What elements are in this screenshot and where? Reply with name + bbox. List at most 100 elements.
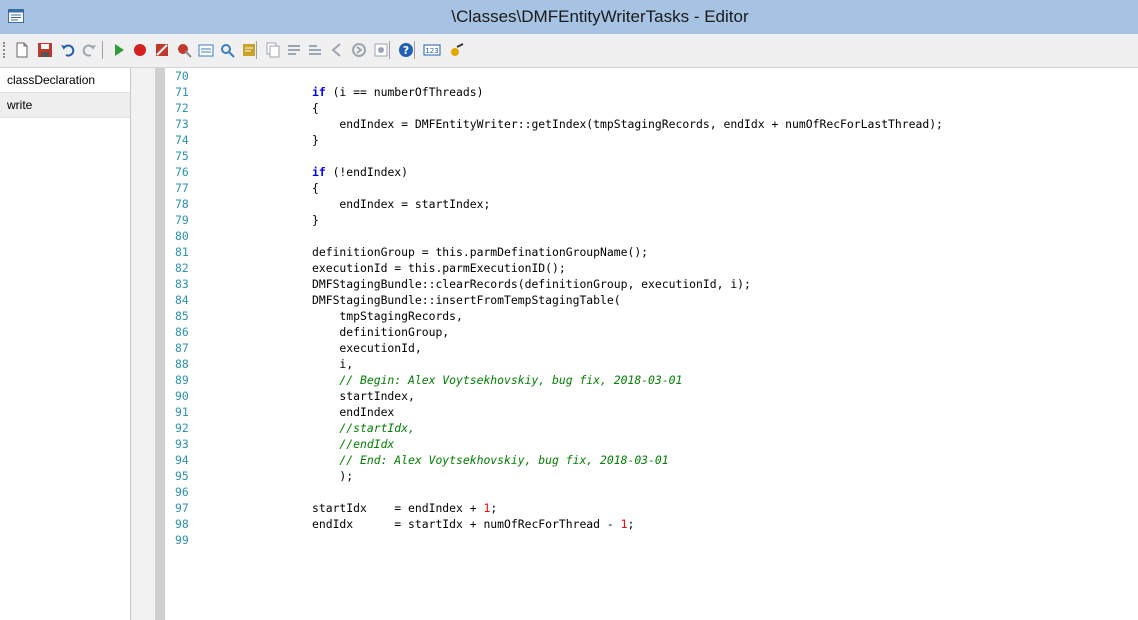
line-number: 90 [175,389,189,403]
code-text: startIndex, [312,389,415,403]
references-icon [374,43,388,57]
comment-icon [288,45,300,55]
code-line[interactable]: 86 definitionGroup, [165,324,1138,340]
copy-icon [266,42,280,58]
copy-button[interactable] [264,41,282,59]
code-line[interactable]: 88 i, [165,356,1138,372]
code-line[interactable]: 83 DMFStagingBundle::clearRecords(definit… [165,276,1138,292]
enable-breakpoint-button[interactable] [153,41,171,59]
code-line[interactable]: 96 [165,484,1138,500]
new-button[interactable] [13,41,31,59]
uncomment-icon [309,45,321,55]
line-number: 91 [175,405,189,419]
line-number: 85 [175,309,189,323]
back-icon [331,43,341,57]
code-line[interactable]: 94 // End: Alex Voytsekhovskiy, bug fix,… [165,452,1138,468]
breakpoint-gutter[interactable] [131,68,155,620]
code-line[interactable]: 73 endIndex = DMFEntityWriter::getIndex(… [165,116,1138,132]
code-line[interactable]: 78 endIndex = startIndex; [165,196,1138,212]
save-button[interactable] [36,41,54,59]
toolbar-separator [389,41,390,59]
comment-button[interactable] [285,41,303,59]
line-number: 74 [175,133,189,147]
lookup-button[interactable] [218,41,236,59]
line-number: 76 [175,165,189,179]
code-text: } [312,213,319,227]
code-text: { [312,181,319,195]
line-number: 97 [175,501,189,515]
code-text: //startIdx, [312,421,415,435]
svg-text:123: 123 [425,47,438,55]
help-button[interactable]: ? [397,41,415,59]
code-line[interactable]: 77 { [165,180,1138,196]
code-text: startIdx = endIndex + 1; [312,501,498,515]
method-item-write[interactable]: write [0,93,130,118]
code-line[interactable]: 97 startIdx = endIndex + 1; [165,500,1138,516]
run-button[interactable] [110,41,128,59]
code-line[interactable]: 89 // Begin: Alex Voytsekhovskiy, bug fi… [165,372,1138,388]
code-line[interactable]: 99 [165,532,1138,548]
code-text: definitionGroup, [312,325,450,339]
code-text: executionId = this.parmExecutionID(); [312,261,566,275]
compile-button[interactable] [197,41,215,59]
breakpoint-button[interactable] [131,41,149,59]
forward-icon [352,43,366,57]
code-text: definitionGroup = this.parmDefinationGro… [312,245,649,259]
line-numbers-button[interactable]: 123 [423,41,441,59]
line-number: 98 [175,517,189,531]
code-line[interactable]: 79} [165,212,1138,228]
line-number: 83 [175,277,189,291]
undo-button[interactable] [59,41,77,59]
line-number: 79 [175,213,189,227]
references-button[interactable] [372,41,390,59]
code-line[interactable]: 92 //startIdx, [165,420,1138,436]
redo-button[interactable] [80,41,98,59]
code-line[interactable]: 76 if (!endIndex) [165,164,1138,180]
code-line[interactable]: 81 definitionGroup = this.parmDefinationG… [165,244,1138,260]
back-button[interactable] [328,41,346,59]
line-numbers-icon: 123 [423,44,441,56]
toolbar-grip[interactable] [3,42,8,58]
code-line[interactable]: 93 //endIdx [165,436,1138,452]
code-line[interactable]: 95 ); [165,468,1138,484]
remove-breakpoints-button[interactable] [175,41,193,59]
new-icon [16,42,28,58]
line-number: 84 [175,293,189,307]
uncomment-button[interactable] [306,41,324,59]
save-icon [38,43,52,57]
line-number: 94 [175,453,189,467]
lookup-icon [221,44,235,58]
code-line[interactable]: 84 DMFStagingBundle::insertFromTempStagin… [165,292,1138,308]
redo-icon [82,44,96,57]
code-line[interactable]: 71 if (i == numberOfThreads) [165,84,1138,100]
toolbar-separator [414,41,415,59]
line-number: 78 [175,197,189,211]
code-line[interactable]: 72 { [165,100,1138,116]
code-line[interactable]: 75 [165,148,1138,164]
code-line[interactable]: 91 endIndex [165,404,1138,420]
bp-icon [451,43,464,56]
code-line[interactable]: 98 endIdx = startIdx + numOfRecForThread … [165,516,1138,532]
code-editor[interactable]: 70 71 if (i == numberOfThreads) 72 {73 endIn… [165,68,1138,620]
code-line[interactable]: 82 executionId = this.parmExecutionID(); [165,260,1138,276]
code-line[interactable]: 90 startIndex, [165,388,1138,404]
code-text: } [312,133,319,147]
code-text: //endIdx [312,437,395,451]
method-item-classdeclaration[interactable]: classDeclaration [0,68,130,93]
bp-button[interactable] [448,41,466,59]
toolbar-separator [102,41,103,59]
code-line[interactable]: 70 [165,68,1138,84]
line-number: 88 [175,357,189,371]
code-line[interactable]: 87 executionId, [165,340,1138,356]
code-line[interactable]: 74} [165,132,1138,148]
code-line[interactable]: 85 tmpStagingRecords, [165,308,1138,324]
run-icon [115,44,124,56]
window-title: \Classes\DMFEntityWriterTasks - Editor [451,7,749,26]
line-number: 89 [175,373,189,387]
code-text: // Begin: Alex Voytsekhovskiy, bug fix, … [312,373,683,387]
line-number: 75 [175,149,189,163]
outline-margin [155,68,165,620]
line-number: 95 [175,469,189,483]
code-line[interactable]: 80 [165,228,1138,244]
forward-button[interactable] [350,41,368,59]
